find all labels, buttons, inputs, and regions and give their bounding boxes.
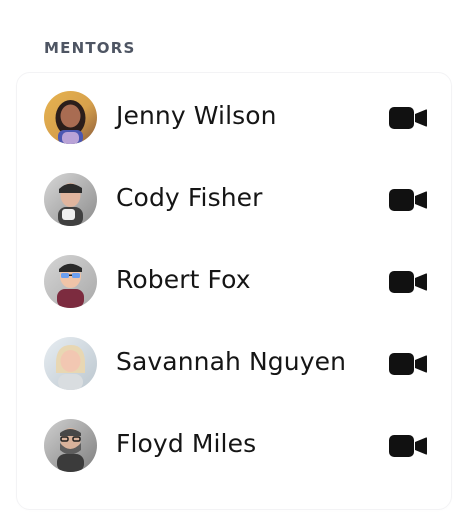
video-call-button[interactable] — [389, 106, 427, 130]
video-call-button[interactable] — [389, 352, 427, 376]
mentor-name: Jenny Wilson — [116, 101, 277, 130]
avatar-image — [44, 255, 97, 308]
video-camera-icon — [389, 107, 427, 129]
mentor-item-robert-fox: Robert Fox — [0, 255, 476, 311]
avatar — [44, 337, 97, 390]
video-camera-icon — [389, 271, 427, 293]
avatar — [44, 91, 97, 144]
mentors-panel: MENTORS Jenny Wilson Cody Fisher Robert … — [0, 0, 476, 524]
avatar — [44, 255, 97, 308]
video-camera-icon — [389, 353, 427, 375]
avatar — [44, 173, 97, 226]
mentor-item-savannah-nguyen: Savannah Nguyen — [0, 337, 476, 393]
mentor-list: Jenny Wilson Cody Fisher Robert Fox Sava… — [0, 0, 476, 524]
mentor-name: Savannah Nguyen — [116, 347, 347, 376]
mentor-item-cody-fisher: Cody Fisher — [0, 173, 476, 229]
mentor-item-jenny-wilson: Jenny Wilson — [0, 91, 476, 147]
avatar-image — [44, 419, 97, 472]
video-camera-icon — [389, 189, 427, 211]
mentor-name: Cody Fisher — [116, 183, 263, 212]
mentor-name: Floyd Miles — [116, 429, 257, 458]
video-camera-icon — [389, 435, 427, 457]
avatar — [44, 419, 97, 472]
video-call-button[interactable] — [389, 270, 427, 294]
avatar-image — [44, 173, 97, 226]
video-call-button[interactable] — [389, 188, 427, 212]
mentor-item-floyd-miles: Floyd Miles — [0, 419, 476, 475]
avatar-image — [44, 337, 97, 390]
video-call-button[interactable] — [389, 434, 427, 458]
avatar-image — [44, 91, 97, 144]
mentor-name: Robert Fox — [116, 265, 251, 294]
